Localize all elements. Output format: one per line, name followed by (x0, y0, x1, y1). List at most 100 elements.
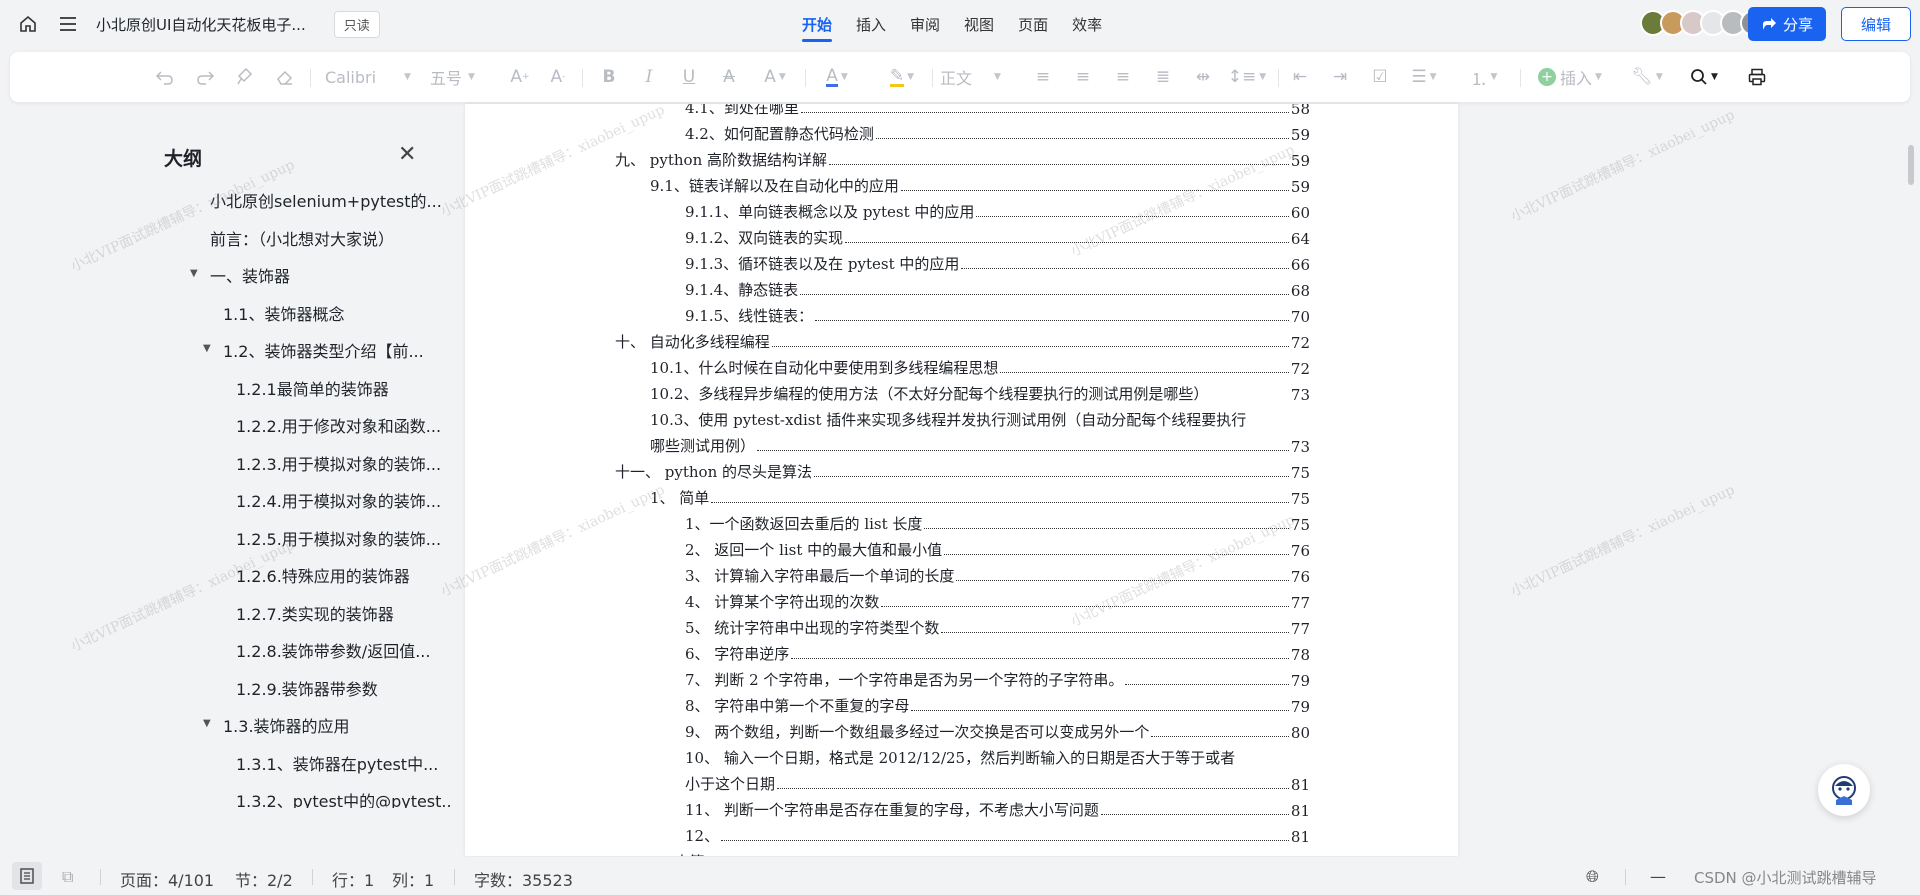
print-icon[interactable] (1740, 52, 1774, 102)
assistant-bot-icon[interactable] (1818, 764, 1870, 816)
close-icon[interactable]: ✕ (398, 142, 416, 167)
outline-item[interactable]: 1.2.6.特殊应用的装饰器 (236, 563, 450, 589)
outline-item[interactable]: 1.1、装饰器概念 (223, 301, 450, 327)
toc-entry[interactable]: 4、 计算某个字符出现的次数 77 (685, 590, 1310, 612)
indent-icon[interactable]: ⇥ (1325, 52, 1355, 102)
text-effect-icon[interactable]: A ▼ (755, 52, 795, 102)
toc-entry[interactable]: 6、 字符串逆序 78 (685, 642, 1310, 664)
toc-entry[interactable]: 10.2、多线程异步编程的使用方法（不太好分配每个线程要执行的测试用例是哪些） 7… (650, 382, 1310, 404)
toc-entry[interactable]: 2、中等 81 (650, 850, 1310, 856)
tab-2[interactable]: 审阅 (898, 0, 952, 48)
collapse-toggle-icon[interactable]: ▼ (203, 718, 211, 729)
align-center-icon[interactable]: ≡ (1068, 52, 1098, 102)
outline-item[interactable]: 1.2、装饰器类型介绍【前... (223, 338, 450, 364)
outline-item[interactable]: 1.2.1最简单的装饰器 (236, 376, 450, 402)
font-shrink-icon[interactable]: A- (544, 52, 572, 102)
format-painter-icon[interactable] (230, 52, 260, 102)
toc-entry[interactable]: 1、一个函数返回去重后的 list 长度 75 (685, 512, 1310, 534)
scrollbar-thumb[interactable] (1908, 145, 1914, 185)
highlight-icon[interactable]: ✎ ▼ (880, 52, 924, 102)
toc-entry[interactable]: 9.1.2、双向链表的实现 64 (685, 226, 1310, 248)
outline-item[interactable]: 前言：（小北想对大家说） (210, 226, 450, 252)
tab-4[interactable]: 页面 (1006, 0, 1060, 48)
outline-item[interactable]: 1.3.2、pytest中的@pytest... (236, 788, 450, 808)
distribute-icon[interactable]: ⇹ (1188, 52, 1218, 102)
tools-icon[interactable]: 🔧︎ ▼ (1625, 52, 1669, 102)
toc-entry[interactable]: 4.2、如何配置静态代码检测 59 (685, 122, 1310, 144)
toc-entry[interactable]: 9.1.1、单向链表概念以及 pytest 中的应用 60 (685, 200, 1310, 222)
outdent-icon[interactable]: ⇤ (1285, 52, 1315, 102)
toc-entry[interactable]: 9.1、链表详解以及在自动化中的应用 59 (650, 174, 1310, 196)
toc-entry[interactable]: 7、 判断 2 个字符串，一个字符串是否为另一个字符的子字符串。 79 (685, 668, 1310, 690)
align-left-icon[interactable]: ≡ (1028, 52, 1058, 102)
outline-item[interactable]: 1.2.7.类实现的装饰器 (236, 601, 450, 627)
font-size-select[interactable]: 五号 ▼ (430, 52, 500, 102)
italic-icon[interactable]: I (635, 52, 663, 102)
justify-icon[interactable]: ≣ (1148, 52, 1178, 102)
toc-entry[interactable]: 十、 自动化多线程编程 72 (615, 330, 1310, 352)
numbered-list-icon[interactable]: ⒈ ▼ (1462, 52, 1506, 102)
web-view-icon[interactable]: ⧉ (62, 867, 73, 887)
language-icon[interactable]: 🌐︎ (1586, 867, 1599, 887)
insert-button[interactable]: + 插入 ▼ (1530, 52, 1610, 102)
outline-item[interactable]: 1.2.4.用于模拟对象的装饰... (236, 488, 450, 514)
collapse-toggle-icon[interactable]: ▼ (203, 343, 211, 354)
underline-icon[interactable]: U (675, 52, 703, 102)
home-icon[interactable] (8, 4, 48, 44)
toc-entry[interactable]: 2、 返回一个 list 中的最大值和最小值 76 (685, 538, 1310, 560)
toc-entry[interactable]: 1、 简单 75 (650, 486, 1310, 508)
tab-1[interactable]: 插入 (844, 0, 898, 48)
outline-item[interactable]: 1.2.9.装饰器带参数 (236, 676, 450, 702)
eraser-icon[interactable] (270, 52, 300, 102)
checkbox-icon[interactable]: ☑ (1365, 52, 1395, 102)
toc-entry[interactable]: 4.1、到处在哪里 58 (685, 104, 1310, 118)
outline-item[interactable]: 一、装饰器 (210, 263, 450, 289)
outline-item[interactable]: 1.3.装饰器的应用 (223, 713, 450, 739)
outline-item[interactable]: 1.2.5.用于模拟对象的装饰... (236, 526, 450, 552)
tab-5[interactable]: 效率 (1060, 0, 1114, 48)
share-button[interactable]: 分享 (1748, 7, 1826, 41)
toc-entry[interactable]: 九、 python 高阶数据结构详解 59 (615, 148, 1310, 170)
strikethrough-icon[interactable]: A (715, 52, 743, 102)
bold-icon[interactable]: B (595, 52, 623, 102)
paragraph-style-select[interactable]: 正文 ▼ (940, 52, 1020, 102)
line-spacing-icon[interactable]: ↕≡ ▼ (1225, 52, 1269, 102)
page-view-icon[interactable] (12, 862, 42, 890)
outline-item[interactable]: 小北原创selenium+pytest的... (210, 188, 450, 214)
toc-entry[interactable]: 哪些测试用例） 73 (650, 434, 1310, 456)
redo-icon[interactable] (190, 52, 220, 102)
search-icon[interactable]: ▼ (1682, 52, 1726, 102)
edit-button[interactable]: 编辑 (1841, 7, 1911, 41)
collapse-toggle-icon[interactable]: ▼ (190, 268, 198, 279)
zoom-out-icon[interactable]: — (1650, 867, 1666, 886)
menu-icon[interactable] (48, 4, 88, 44)
toc-entry[interactable]: 9.1.5、线性链表： 70 (685, 304, 1310, 326)
font-grow-icon[interactable]: A + (506, 52, 534, 102)
toc-entry[interactable]: 十一、 python 的尽头是算法 75 (615, 460, 1310, 482)
toc-entry[interactable]: 9.1.4、静态链表 68 (685, 278, 1310, 300)
toc-entry[interactable]: 3、 计算输入字符串最后一个单词的长度 76 (685, 564, 1310, 586)
bullet-list-icon[interactable]: ☰ ▼ (1402, 52, 1446, 102)
tab-0[interactable]: 开始 (790, 0, 844, 48)
toc-entry[interactable]: 小于这个日期 81 (685, 772, 1310, 794)
font-color-icon[interactable]: A ▼ (815, 52, 859, 102)
outline-item[interactable]: 1.2.2.用于修改对象和函数... (236, 413, 450, 439)
toc-entry[interactable]: 11、 判断一个字符串是否存在重复的字母，不考虑大小写问题 81 (685, 798, 1310, 820)
toc-entry[interactable]: 10.1、什么时候在自动化中要使用到多线程编程思想 72 (650, 356, 1310, 378)
outline-item[interactable]: 1.2.3.用于模拟对象的装饰... (236, 451, 450, 477)
doc-title[interactable]: 小北原创UI自动化天花板电子... (96, 14, 306, 35)
outline-item[interactable]: 1.3.1、装饰器在pytest中... (236, 751, 450, 777)
toc-entry[interactable]: 9、 两个数组，判断一个数组最多经过一次交换是否可以变成另外一个 80 (685, 720, 1310, 742)
toc-entry[interactable]: 12、 81 (685, 824, 1310, 846)
toc-entry[interactable]: 9.1.3、循环链表以及在 pytest 中的应用 66 (685, 252, 1310, 274)
undo-icon[interactable] (150, 52, 180, 102)
toc-entry[interactable]: 10、 输入一个日期，格式是 2012/12/25，然后判断输入的日期是否大于等… (685, 746, 1310, 768)
outline-item[interactable]: 1.2.8.装饰带参数/返回值... (236, 638, 450, 664)
font-name-select[interactable]: Calibri ▼ (325, 52, 420, 102)
toc-entry[interactable]: 5、 统计字符串中出现的字符类型个数 77 (685, 616, 1310, 638)
document-page[interactable]: 4.1、到处在哪里 58 4.2、如何配置静态代码检测 59 九、 python 高阶数… (465, 104, 1458, 856)
tab-3[interactable]: 视图 (952, 0, 1006, 48)
align-right-icon[interactable]: ≡ (1108, 52, 1138, 102)
toc-entry[interactable]: 10.3、使用 pytest-xdist 插件来实现多线程并发执行测试用例（自动… (650, 408, 1310, 430)
toc-entry[interactable]: 8、 字符串中第一个不重复的字母 79 (685, 694, 1310, 716)
